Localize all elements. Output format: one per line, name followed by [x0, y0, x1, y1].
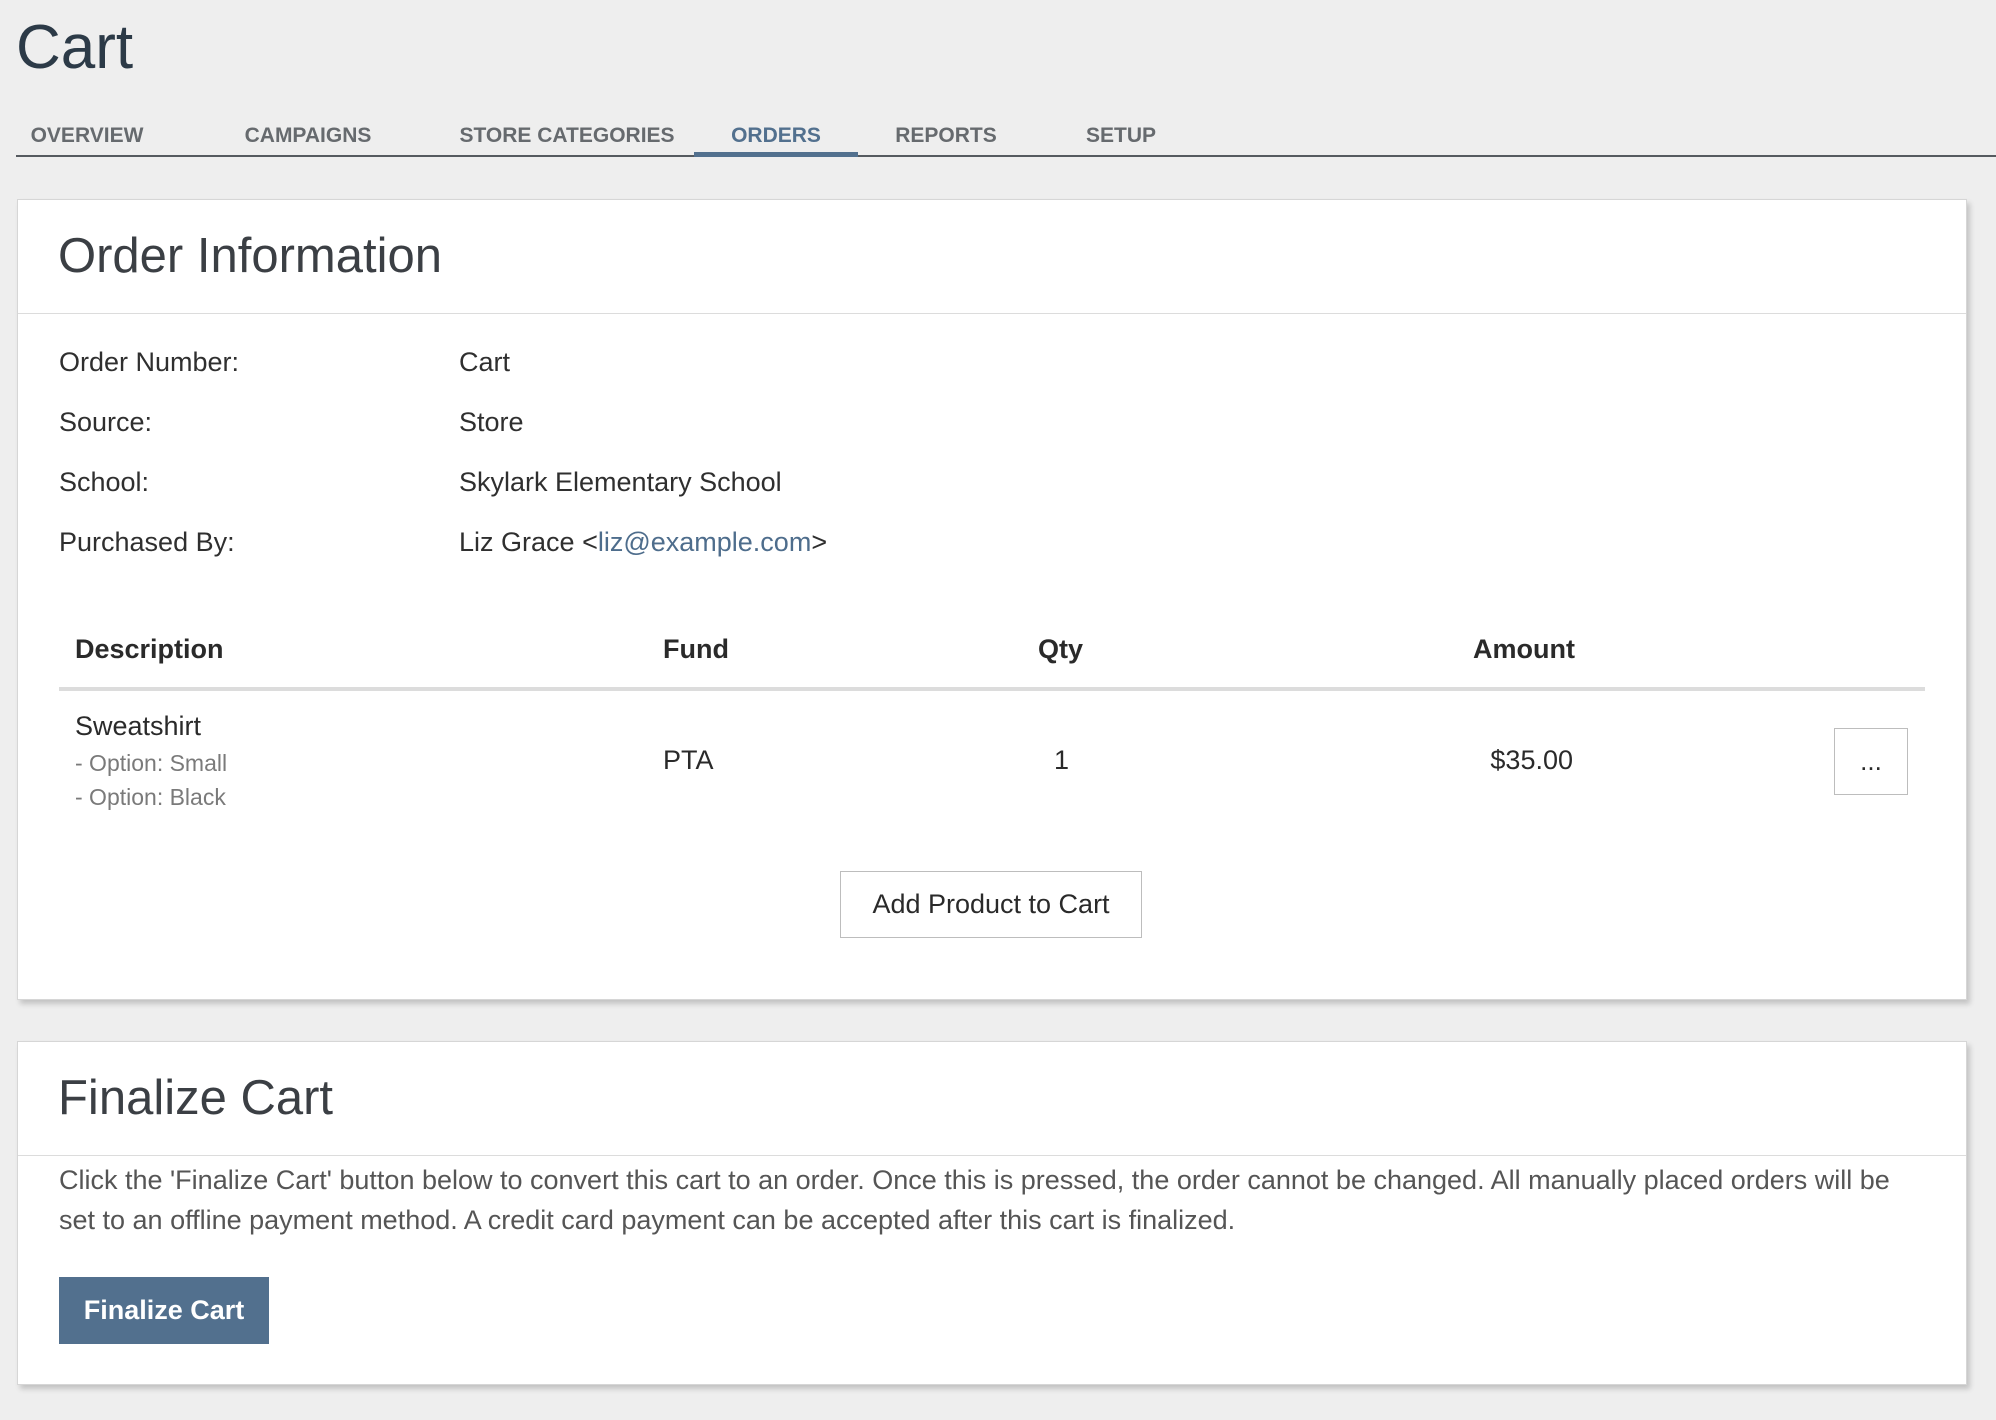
- column-header-description: Description: [75, 634, 224, 664]
- item-qty: 1: [1054, 745, 1070, 775]
- tab-reports[interactable]: REPORTS: [882, 120, 1010, 157]
- item-description: Sweatshirt: [75, 711, 202, 741]
- column-header-fund: Fund: [663, 634, 729, 664]
- tab-bar: OVERVIEW CAMPAIGNS STORE CATEGORIES ORDE…: [16, 120, 1996, 157]
- purchased-by-label: Purchased By:: [59, 527, 235, 557]
- finalize-cart-button[interactable]: Finalize Cart: [59, 1277, 269, 1344]
- source-value: Store: [459, 407, 524, 437]
- tab-campaigns[interactable]: CAMPAIGNS: [228, 120, 388, 157]
- purchased-by-value: Liz Grace <liz@example.com>: [459, 525, 827, 559]
- tab-store-categories[interactable]: STORE CATEGORIES: [442, 120, 692, 157]
- page-title: Cart: [16, 13, 134, 82]
- finalize-cart-card: Finalize Cart Click the 'Finalize Cart' …: [17, 1041, 1967, 1385]
- column-header-amount: Amount: [1473, 634, 1575, 664]
- add-product-to-cart-button[interactable]: Add Product to Cart: [840, 871, 1142, 938]
- order-information-header: Order Information: [18, 200, 1966, 314]
- finalize-cart-description: Click the 'Finalize Cart' button below t…: [59, 1165, 1890, 1235]
- item-fund: PTA: [663, 745, 714, 775]
- finalize-cart-header: Finalize Cart: [18, 1042, 1966, 1156]
- item-amount: $35.00: [1490, 745, 1573, 775]
- order-number-label: Order Number:: [59, 347, 240, 377]
- tab-overview[interactable]: OVERVIEW: [16, 120, 158, 157]
- email-close-bracket: >: [811, 527, 828, 557]
- school-value: Skylark Elementary School: [459, 467, 782, 497]
- order-number-value: Cart: [459, 347, 511, 377]
- email-open-bracket: <: [582, 527, 598, 557]
- order-information-title: Order Information: [58, 229, 442, 283]
- purchaser-name: Liz Grace: [459, 527, 575, 557]
- source-label: Source:: [59, 407, 153, 437]
- school-label: School:: [59, 467, 150, 497]
- order-information-card: Order Information Order Number: Cart Sou…: [17, 199, 1967, 1000]
- tab-orders[interactable]: ORDERS: [694, 120, 858, 157]
- purchaser-email-link[interactable]: liz@example.com: [598, 527, 811, 557]
- table-header-divider: [59, 687, 1925, 691]
- tab-setup[interactable]: SETUP: [1060, 120, 1182, 157]
- finalize-cart-title: Finalize Cart: [58, 1071, 334, 1125]
- row-actions-button[interactable]: ...: [1834, 728, 1908, 795]
- item-option-size: - Option: Small: [75, 750, 228, 776]
- column-header-qty: Qty: [1038, 634, 1084, 664]
- item-option-color: - Option: Black: [75, 784, 226, 810]
